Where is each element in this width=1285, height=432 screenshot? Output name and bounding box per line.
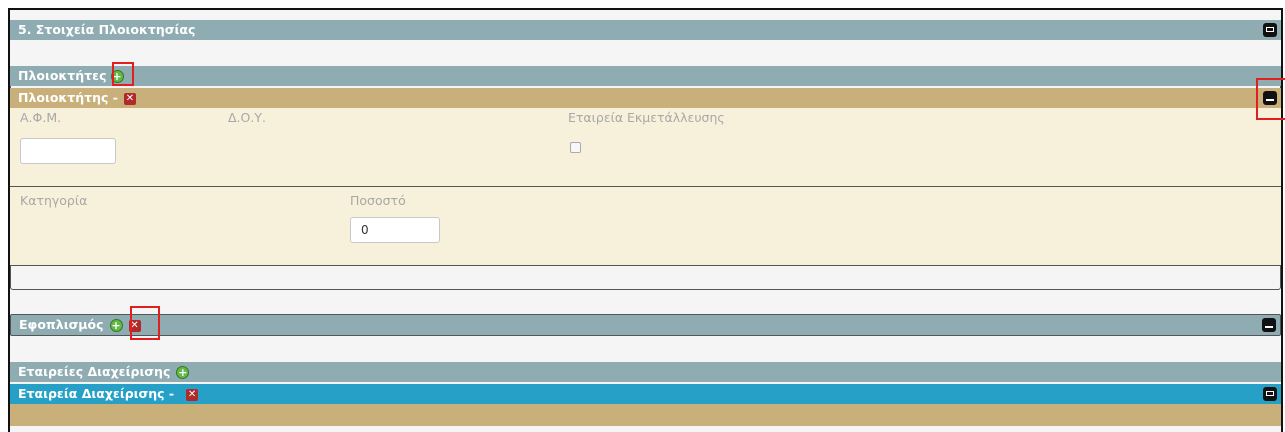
- add-management-icon[interactable]: +: [176, 366, 190, 379]
- highlight-collapse-owner: [1256, 78, 1285, 120]
- form-frame: 5. Στοιχεία Πλοιοκτησίας Πλοιοκτήτες + Πλ…: [8, 8, 1283, 432]
- company-checkbox[interactable]: [570, 142, 581, 153]
- afm-label: Α.Φ.Μ.: [20, 110, 62, 125]
- add-outfitting-icon[interactable]: +: [109, 319, 123, 332]
- highlight-remove-outfitting: [130, 306, 160, 340]
- collapse-icon[interactable]: [1263, 23, 1277, 37]
- owner-header[interactable]: Πλοιοκτήτης - ✕: [10, 88, 1281, 108]
- percent-label: Ποσοστό: [350, 193, 406, 208]
- management-title: Εταιρείες Διαχείρισης: [18, 364, 171, 379]
- bottom-strip: [10, 426, 1281, 432]
- owner-title: Πλοιοκτήτης -: [18, 90, 118, 105]
- management-company-panel: [10, 404, 1281, 426]
- category-label: Κατηγορία: [20, 193, 88, 208]
- highlight-add-owner: [112, 62, 134, 86]
- section-header[interactable]: 5. Στοιχεία Πλοιοκτησίας: [10, 20, 1281, 40]
- outfitting-title: Εφοπλισμός: [19, 317, 104, 332]
- collapse-management-icon[interactable]: [1263, 387, 1277, 401]
- management-company-title: Εταιρεία Διαχείρισης -: [18, 386, 175, 401]
- owner-panel-row1: Α.Φ.Μ. Δ.Ο.Υ. Εταιρεία Εκμετάλλευσης: [10, 108, 1281, 187]
- owners-header[interactable]: Πλοιοκτήτες +: [10, 66, 1281, 86]
- percent-input[interactable]: 0: [350, 217, 440, 243]
- collapse-outfitting-icon[interactable]: [1262, 318, 1276, 332]
- management-company-header[interactable]: Εταιρεία Διαχείρισης - ✕: [10, 384, 1281, 404]
- doy-label: Δ.Ο.Υ.: [228, 110, 266, 125]
- afm-input[interactable]: [20, 138, 116, 164]
- company-label: Εταιρεία Εκμετάλλευσης: [568, 110, 725, 125]
- section-title: 5. Στοιχεία Πλοιοκτησίας: [18, 22, 196, 37]
- remove-management-icon[interactable]: ✕: [186, 388, 199, 401]
- owner-panel-row2: Κατηγορία Ποσοστό 0: [10, 187, 1281, 266]
- owners-title: Πλοιοκτήτες: [18, 68, 107, 83]
- outfitting-header[interactable]: Εφοπλισμός + ✕: [10, 314, 1281, 336]
- remove-owner-icon[interactable]: ✕: [124, 92, 136, 105]
- management-header[interactable]: Εταιρείες Διαχείρισης +: [10, 362, 1281, 382]
